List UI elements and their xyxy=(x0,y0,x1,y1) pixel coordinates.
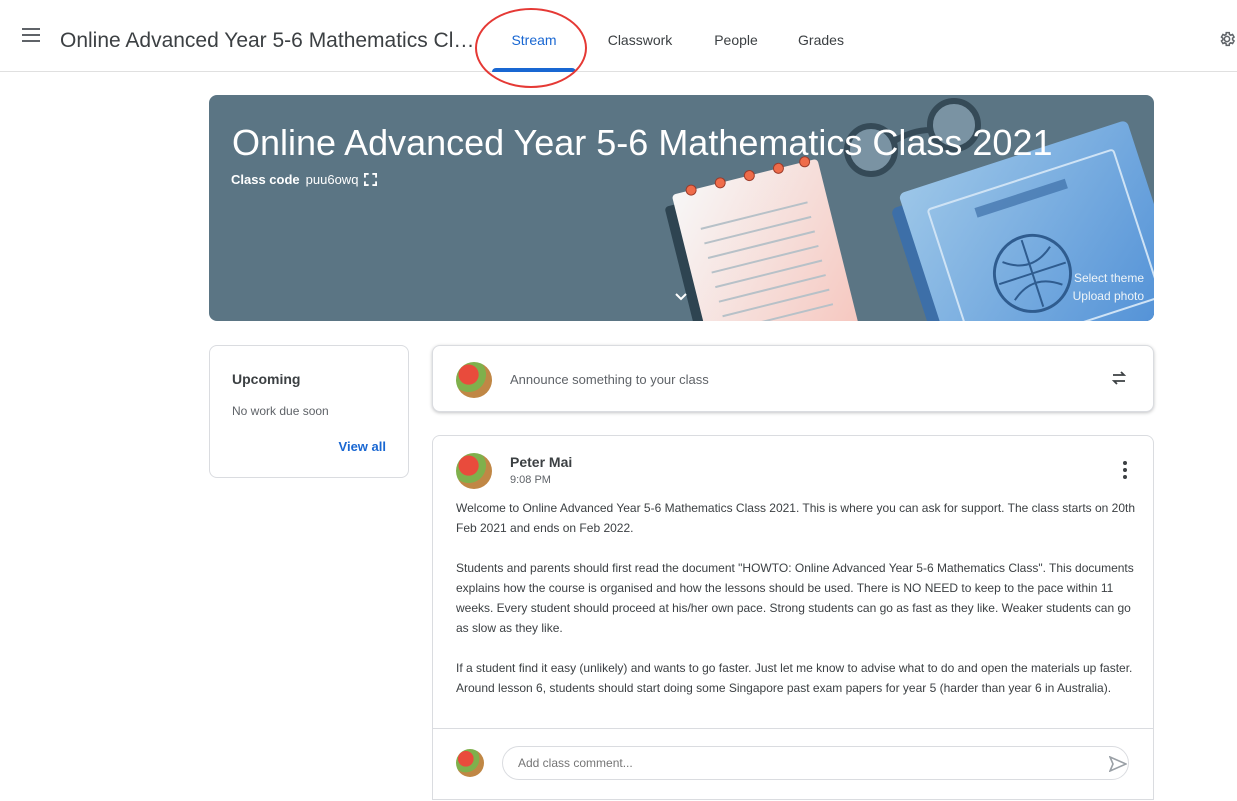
tab-people-label: People xyxy=(714,32,758,48)
view-all-link[interactable]: View all xyxy=(339,439,386,454)
stream-post: Peter Mai 9:08 PM Welcome to Online Adva… xyxy=(432,435,1154,800)
class-banner: Online Advanced Year 5-6 Mathematics Cla… xyxy=(209,95,1154,321)
upcoming-status: No work due soon xyxy=(232,404,329,418)
send-icon[interactable] xyxy=(1109,756,1127,772)
tab-stream[interactable]: Stream xyxy=(475,0,587,88)
announce-box[interactable]: Announce something to your class xyxy=(432,345,1154,412)
tab-grades[interactable]: Grades xyxy=(781,0,861,72)
announce-placeholder: Announce something to your class xyxy=(510,372,709,387)
banner-actions: Select theme Upload photo xyxy=(1073,269,1144,305)
hamburger-menu-icon[interactable] xyxy=(22,28,40,42)
red-highlight-circle xyxy=(475,8,587,88)
post-paragraph: Students and parents should first read t… xyxy=(456,561,1134,635)
post-body: Welcome to Online Advanced Year 5-6 Math… xyxy=(456,498,1136,718)
active-tab-indicator xyxy=(492,68,576,72)
tab-bar: Stream Classwork People Grades xyxy=(475,0,861,88)
repost-icon[interactable] xyxy=(1110,369,1128,387)
class-code-value: puu6owq xyxy=(305,172,359,187)
post-paragraph: If a student find it easy (unlikely) and… xyxy=(456,661,1133,695)
tab-classwork-label: Classwork xyxy=(607,32,673,48)
gear-icon[interactable] xyxy=(1218,30,1236,48)
upload-photo-link[interactable]: Upload photo xyxy=(1073,287,1144,305)
tab-grades-label: Grades xyxy=(798,32,844,48)
chevron-down-icon[interactable] xyxy=(674,292,688,302)
avatar xyxy=(456,749,484,777)
select-theme-link[interactable]: Select theme xyxy=(1073,269,1144,287)
upcoming-card: Upcoming No work due soon View all xyxy=(209,345,409,478)
class-comment-input[interactable] xyxy=(502,746,1129,780)
banner-class-title: Online Advanced Year 5-6 Mathematics Cla… xyxy=(232,122,1053,163)
class-title[interactable]: Online Advanced Year 5-6 Mathematics Cla… xyxy=(60,29,480,53)
tab-classwork[interactable]: Classwork xyxy=(576,0,691,72)
class-code-row: Class code puu6owq xyxy=(231,172,378,187)
fullscreen-icon[interactable] xyxy=(364,173,378,186)
post-author: Peter Mai xyxy=(510,454,573,470)
avatar xyxy=(456,453,492,489)
tab-stream-label: Stream xyxy=(511,32,557,48)
more-options-icon[interactable] xyxy=(1123,461,1127,479)
comment-row xyxy=(433,728,1153,801)
post-paragraph: Welcome to Online Advanced Year 5-6 Math… xyxy=(456,501,1136,535)
avatar xyxy=(456,362,492,398)
tab-people[interactable]: People xyxy=(691,0,781,72)
class-code-label: Class code xyxy=(231,172,300,187)
post-time: 9:08 PM xyxy=(510,474,551,486)
upcoming-title: Upcoming xyxy=(232,371,301,387)
top-app-bar: Online Advanced Year 5-6 Mathematics Cla… xyxy=(0,0,1237,88)
